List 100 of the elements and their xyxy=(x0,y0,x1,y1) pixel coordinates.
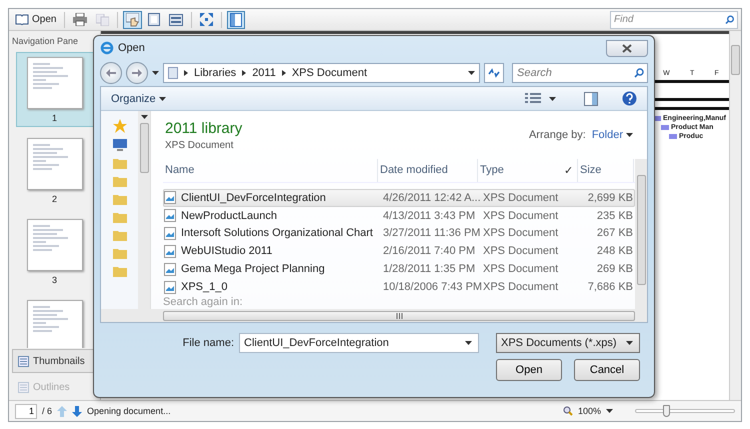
file-size: 248 KB xyxy=(596,245,634,258)
column-header[interactable]: Date modified xyxy=(378,159,478,182)
file-row[interactable]: Intersoft Solutions Organizational Chart 3/27/2011 11:36 PM XPS Document 267 KB xyxy=(163,224,635,242)
refresh-button[interactable] xyxy=(484,63,504,83)
scrollbar-thumb[interactable] xyxy=(163,310,635,320)
folder-icon xyxy=(112,247,126,259)
caret-icon xyxy=(606,409,613,413)
folder-icon xyxy=(112,229,126,241)
caret-icon xyxy=(465,341,472,345)
scrollbar-thumb[interactable] xyxy=(636,175,646,285)
dialog-button[interactable]: Cancel xyxy=(574,359,640,381)
pane-title: Navigation Pane xyxy=(11,35,80,48)
slider-thumb[interactable] xyxy=(663,405,670,417)
toolbar-button[interactable] xyxy=(123,10,142,28)
history-caret-icon xyxy=(152,71,159,75)
forward-button[interactable] xyxy=(126,62,148,84)
page-field[interactable]: 1 xyxy=(15,404,37,418)
breadcrumb-item[interactable]: 2011 xyxy=(252,67,276,79)
search-icon[interactable] xyxy=(725,15,734,24)
page-thumbnail[interactable]: 1 xyxy=(16,52,94,127)
page-number: 2 xyxy=(52,194,57,204)
file-date: 4/13/2011 3:43 PM xyxy=(382,210,476,222)
chevron-icon xyxy=(184,70,188,76)
folder-icon xyxy=(112,193,126,205)
status-message: Opening document... xyxy=(87,406,171,416)
star-icon xyxy=(112,119,126,133)
view-list-icon[interactable] xyxy=(525,92,541,104)
expand-icon xyxy=(200,13,214,26)
breadcrumb-item[interactable]: Libraries xyxy=(194,67,236,79)
scrollbar-thumb[interactable] xyxy=(140,123,148,173)
page-icon xyxy=(148,13,160,26)
back-button[interactable] xyxy=(100,62,122,84)
chevron-icon xyxy=(242,70,246,76)
dialog-button[interactable]: Open xyxy=(496,359,562,381)
panel-icon xyxy=(230,12,242,26)
file-date: 4/26/2011 12:42 A... xyxy=(382,192,479,204)
file-row[interactable]: WebUIStudio 2011 2/16/2011 7:40 PM XPS Document 248 KB xyxy=(163,242,635,260)
open-button[interactable]: Open xyxy=(12,10,60,28)
caret-icon xyxy=(158,96,166,100)
file-name: Intersoft Solutions Organizational Chart xyxy=(181,227,373,240)
library-title: 2011 library xyxy=(165,120,242,136)
page-thumbnail[interactable]: 2 xyxy=(16,133,94,208)
toolbar-button[interactable] xyxy=(227,10,246,28)
close-icon xyxy=(622,44,632,52)
document-icon xyxy=(164,262,176,276)
page-preview xyxy=(26,138,82,190)
file-row[interactable]: Gema Mega Project Planning 1/28/2011 1:35 PM XPS Document 269 KB xyxy=(163,260,635,278)
file-row[interactable]: ClientUI_DevForceIntegration 4/26/2011 12:42 A... XPS Document 2,699 KB xyxy=(163,188,635,207)
page-thumbnail[interactable]: 3 xyxy=(16,214,94,289)
grid-icon xyxy=(18,382,29,392)
file-name: NewProductLaunch xyxy=(181,210,278,222)
address-field[interactable]: Libraries 2011 XPS Document xyxy=(163,63,480,83)
find-field[interactable]: Find xyxy=(610,10,738,28)
arrange-dropdown[interactable]: Folder xyxy=(592,129,633,141)
arrow-down-icon[interactable] xyxy=(72,406,82,416)
library-icon xyxy=(168,67,178,79)
close-button[interactable] xyxy=(606,40,648,56)
file-name-field[interactable]: ClientUI_DevForceIntegration xyxy=(239,333,479,353)
file-name: Gema Mega Project Planning xyxy=(181,263,325,276)
file-name: WebUIStudio 2011 xyxy=(181,245,272,258)
arrow-right-icon xyxy=(132,69,142,77)
document-icon xyxy=(164,191,176,204)
file-type: XPS Document xyxy=(482,245,560,258)
preview-pane-icon[interactable] xyxy=(584,92,598,106)
caret-icon xyxy=(549,96,556,100)
folder-icon xyxy=(112,211,126,223)
document-icon xyxy=(164,226,176,240)
file-type-dropdown[interactable]: XPS Documents (*.xps) xyxy=(496,333,640,353)
file-date: 1/28/2011 1:35 PM xyxy=(382,263,476,276)
page-count: / 6 xyxy=(42,406,52,416)
zoom-value[interactable]: 100% xyxy=(578,406,601,416)
search-field[interactable]: Search xyxy=(512,63,648,83)
help-icon[interactable] xyxy=(622,91,637,106)
grip-icon xyxy=(396,312,402,318)
column-header[interactable]: Type ✓ xyxy=(478,159,578,182)
file-row[interactable]: NewProductLaunch 4/13/2011 3:43 PM XPS Document 235 KB xyxy=(163,206,635,225)
arrange-label: Arrange by: xyxy=(528,129,586,141)
column-header[interactable]: Size xyxy=(578,159,634,182)
monitor-icon xyxy=(112,139,126,151)
folder-icon xyxy=(112,175,126,187)
file-size: 2,699 KB xyxy=(586,192,634,204)
organize-menu[interactable]: Organize xyxy=(111,92,166,104)
file-row[interactable]: XPS_1_0 10/18/2006 7:43 PMXPS Document 7,686 KB xyxy=(163,278,635,296)
file-date: 10/18/2006 7:43 PM xyxy=(382,281,479,294)
pages-icon xyxy=(169,14,184,26)
folder-icon xyxy=(112,265,126,277)
search-icon[interactable] xyxy=(634,68,644,78)
scroll-up-icon xyxy=(140,115,148,119)
caret-icon xyxy=(468,71,475,75)
file-date: 3/27/2011 11:36 PM xyxy=(382,227,479,240)
zoom-icon xyxy=(562,406,573,416)
file-size: 269 KB xyxy=(596,263,634,276)
page-number: 1 xyxy=(52,113,57,123)
breadcrumb-item[interactable]: XPS Document xyxy=(292,67,368,79)
scrollbar-thumb[interactable] xyxy=(731,45,740,75)
dialog-title: Open xyxy=(118,42,145,54)
grid-icon xyxy=(18,356,29,366)
column-header[interactable]: Name xyxy=(163,159,378,182)
page-preview xyxy=(26,57,82,109)
hand-icon xyxy=(126,12,140,26)
